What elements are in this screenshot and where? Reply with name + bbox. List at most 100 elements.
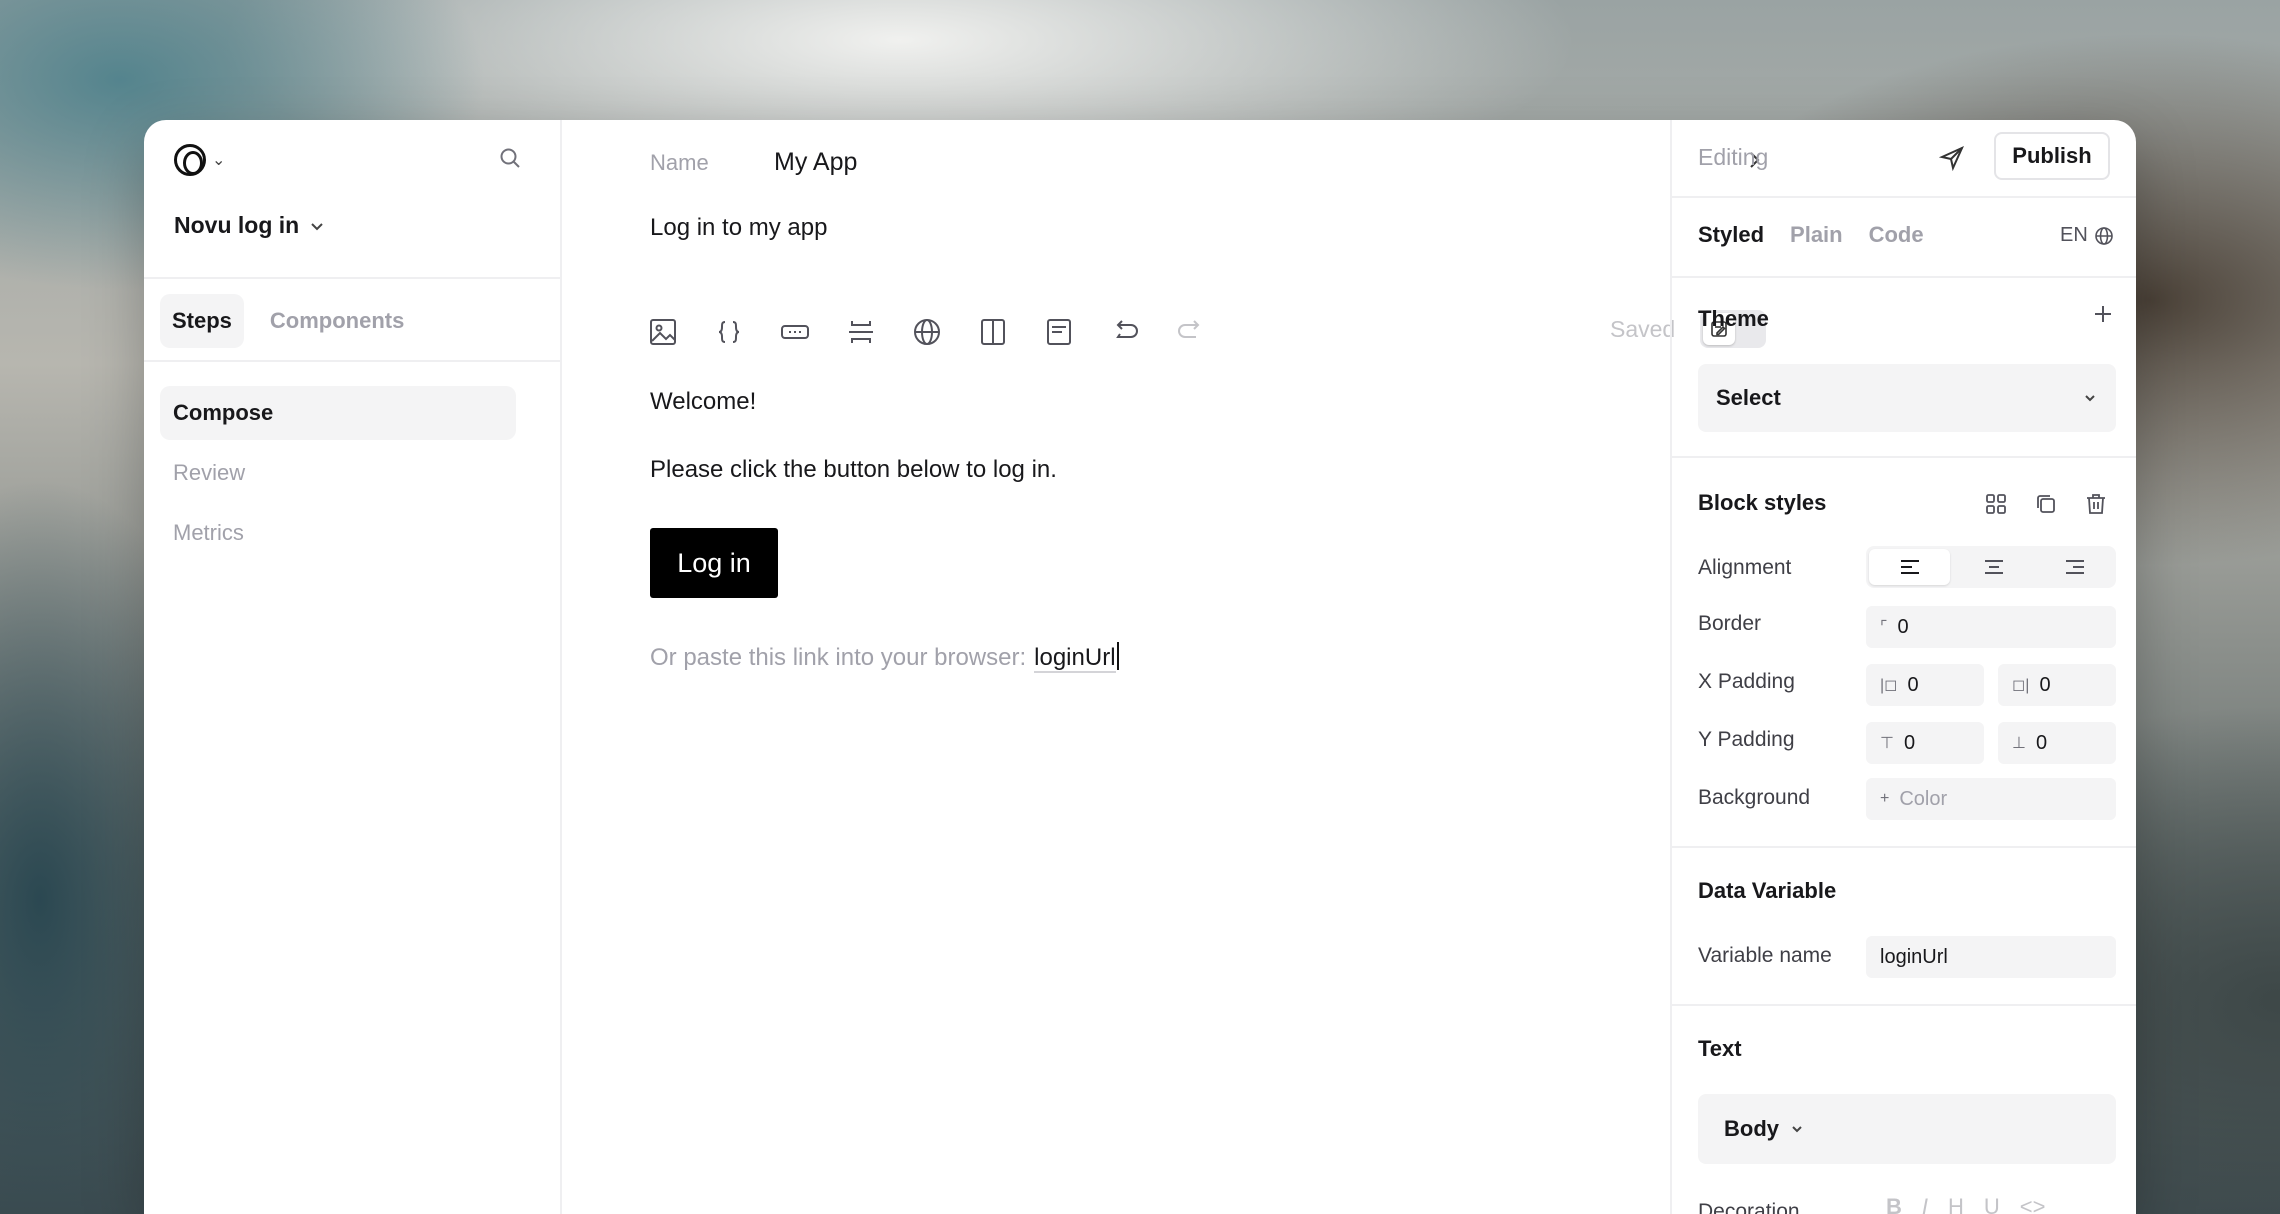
align-center-button[interactable]: [1953, 546, 2034, 588]
border-label: Border: [1698, 612, 1762, 635]
border-corner-icon: ⌜: [1880, 619, 1888, 636]
button-block-button[interactable]: [780, 312, 846, 352]
border-value: 0: [1897, 615, 1909, 638]
tab-steps[interactable]: Steps: [160, 294, 244, 348]
duplicate-icon[interactable]: [2032, 490, 2060, 518]
language-code: EN: [2060, 224, 2088, 246]
welcome-text[interactable]: Welcome!: [650, 388, 756, 416]
login-url-variable[interactable]: loginUrl: [1034, 644, 1116, 673]
project-name: Novu log in: [174, 212, 300, 238]
tab-code[interactable]: Code: [1869, 222, 1924, 248]
variable-name-input[interactable]: loginUrl: [1866, 936, 2116, 978]
chevron-down-icon: [2085, 395, 2095, 402]
tab-plain[interactable]: Plain: [1790, 222, 1843, 248]
project-selector[interactable]: Novu log in: [174, 212, 325, 239]
padding-right-icon: ◻|: [2012, 677, 2030, 694]
theme-select-value: Select: [1716, 385, 1781, 410]
steps-list: Compose Review Metrics: [160, 386, 516, 566]
divider: [144, 277, 562, 279]
tab-components[interactable]: Components: [258, 294, 416, 348]
step-compose[interactable]: Compose: [160, 386, 516, 440]
text-style-select[interactable]: Body: [1698, 1094, 2116, 1164]
globe-icon: [914, 319, 940, 345]
alignment-group: [1866, 546, 2116, 588]
padding-bottom-input[interactable]: ⊥ 0: [1998, 722, 2116, 764]
properties-panel: Editing Publish Styled Plain Code EN The…: [1670, 120, 2136, 1214]
decoration-group: B I H U <>: [1866, 1194, 2116, 1214]
background-label: Background: [1698, 786, 1811, 809]
undo-button[interactable]: [1110, 312, 1176, 352]
padding-top-input[interactable]: ⊤ 0: [1866, 722, 1984, 764]
theme-title: Theme: [1698, 306, 1769, 331]
align-left-icon: [1900, 560, 1919, 574]
section-block-button[interactable]: [1044, 312, 1110, 352]
plus-icon: [2095, 306, 2111, 322]
redo-button[interactable]: [1176, 312, 1242, 352]
spacer-icon: [849, 321, 873, 343]
align-right-icon: [2066, 560, 2085, 574]
spacer-block-button[interactable]: [846, 312, 912, 352]
send-icon: [1939, 146, 1964, 171]
language-selector[interactable]: EN: [2060, 224, 2114, 247]
grid-icon[interactable]: [1982, 490, 2010, 518]
code-icon[interactable]: <>: [2020, 1194, 2046, 1214]
image-icon: [650, 319, 676, 345]
paste-link-text[interactable]: Or paste this link into your browser: log…: [650, 642, 1119, 673]
social-block-button[interactable]: [912, 312, 978, 352]
padding-right-input[interactable]: ◻| 0: [1998, 664, 2116, 706]
padding-left-input[interactable]: |◻ 0: [1866, 664, 1984, 706]
columns-block-button[interactable]: [978, 312, 1044, 352]
plus-icon: +: [1880, 790, 1890, 807]
background-value: Color: [1899, 787, 1948, 810]
text-title: Text: [1698, 1036, 1742, 1061]
divider: [1672, 1004, 2136, 1006]
paste-text: Or paste this link into your browser:: [650, 644, 1027, 671]
italic-icon[interactable]: I: [1922, 1194, 1928, 1214]
chevron-down-icon: [311, 222, 323, 230]
padding-left-value: 0: [1907, 673, 1919, 696]
redo-icon: [1178, 320, 1200, 338]
mode-tabs: Styled Plain Code: [1698, 222, 1924, 248]
y-padding-label: Y Padding: [1698, 728, 1795, 751]
name-input[interactable]: My App: [774, 148, 857, 177]
divider: [1672, 276, 2136, 278]
align-right-button[interactable]: [2035, 546, 2116, 588]
variable-block-button[interactable]: [714, 312, 780, 352]
add-theme-button[interactable]: [2092, 300, 2114, 332]
login-cta-button[interactable]: Log in: [650, 528, 778, 598]
editor-main: Name My App Log in to my app Saved Welco…: [562, 120, 1766, 1214]
step-metrics[interactable]: Metrics: [160, 506, 516, 560]
align-left-button[interactable]: [1869, 549, 1951, 585]
instruction-text[interactable]: Please click the button below to log in.: [650, 456, 1057, 484]
x-padding-label: X Padding: [1698, 670, 1795, 693]
subject-input[interactable]: Log in to my app: [650, 214, 827, 242]
padding-right-value: 0: [2039, 673, 2051, 696]
theme-select[interactable]: Select: [1698, 364, 2116, 432]
block-toolbar: [648, 312, 1242, 352]
variable-name-label: Variable name: [1698, 944, 1832, 967]
bold-icon[interactable]: B: [1886, 1194, 1902, 1214]
step-review[interactable]: Review: [160, 446, 516, 500]
search-button[interactable]: [494, 142, 526, 174]
trash-icon[interactable]: [2082, 490, 2110, 518]
background-color-picker[interactable]: + Color: [1866, 778, 2116, 820]
search-icon: [500, 148, 520, 168]
sidebar-tabs: Steps Components: [160, 294, 416, 348]
globe-icon: [2094, 226, 2113, 245]
strikethrough-icon[interactable]: H: [1948, 1194, 1964, 1214]
editing-label: Editing: [1698, 144, 1769, 170]
send-test-button[interactable]: [1934, 140, 1970, 176]
undo-icon: [1116, 320, 1138, 338]
align-center-icon: [1984, 560, 2003, 574]
decoration-label: Decoration: [1698, 1200, 1800, 1214]
publish-button[interactable]: Publish: [1994, 132, 2110, 180]
underline-icon[interactable]: U: [1984, 1194, 2000, 1214]
border-input[interactable]: ⌜ 0: [1866, 606, 2116, 648]
padding-top-value: 0: [1903, 731, 1916, 754]
name-label: Name: [650, 150, 709, 175]
padding-bottom-value: 0: [2035, 731, 2048, 754]
sidebar: ⌄ Novu log in Steps Components Compose R…: [144, 120, 562, 1214]
image-block-button[interactable]: [648, 312, 714, 352]
tab-styled[interactable]: Styled: [1698, 222, 1764, 248]
workspace-switcher[interactable]: ⌄: [174, 144, 225, 176]
